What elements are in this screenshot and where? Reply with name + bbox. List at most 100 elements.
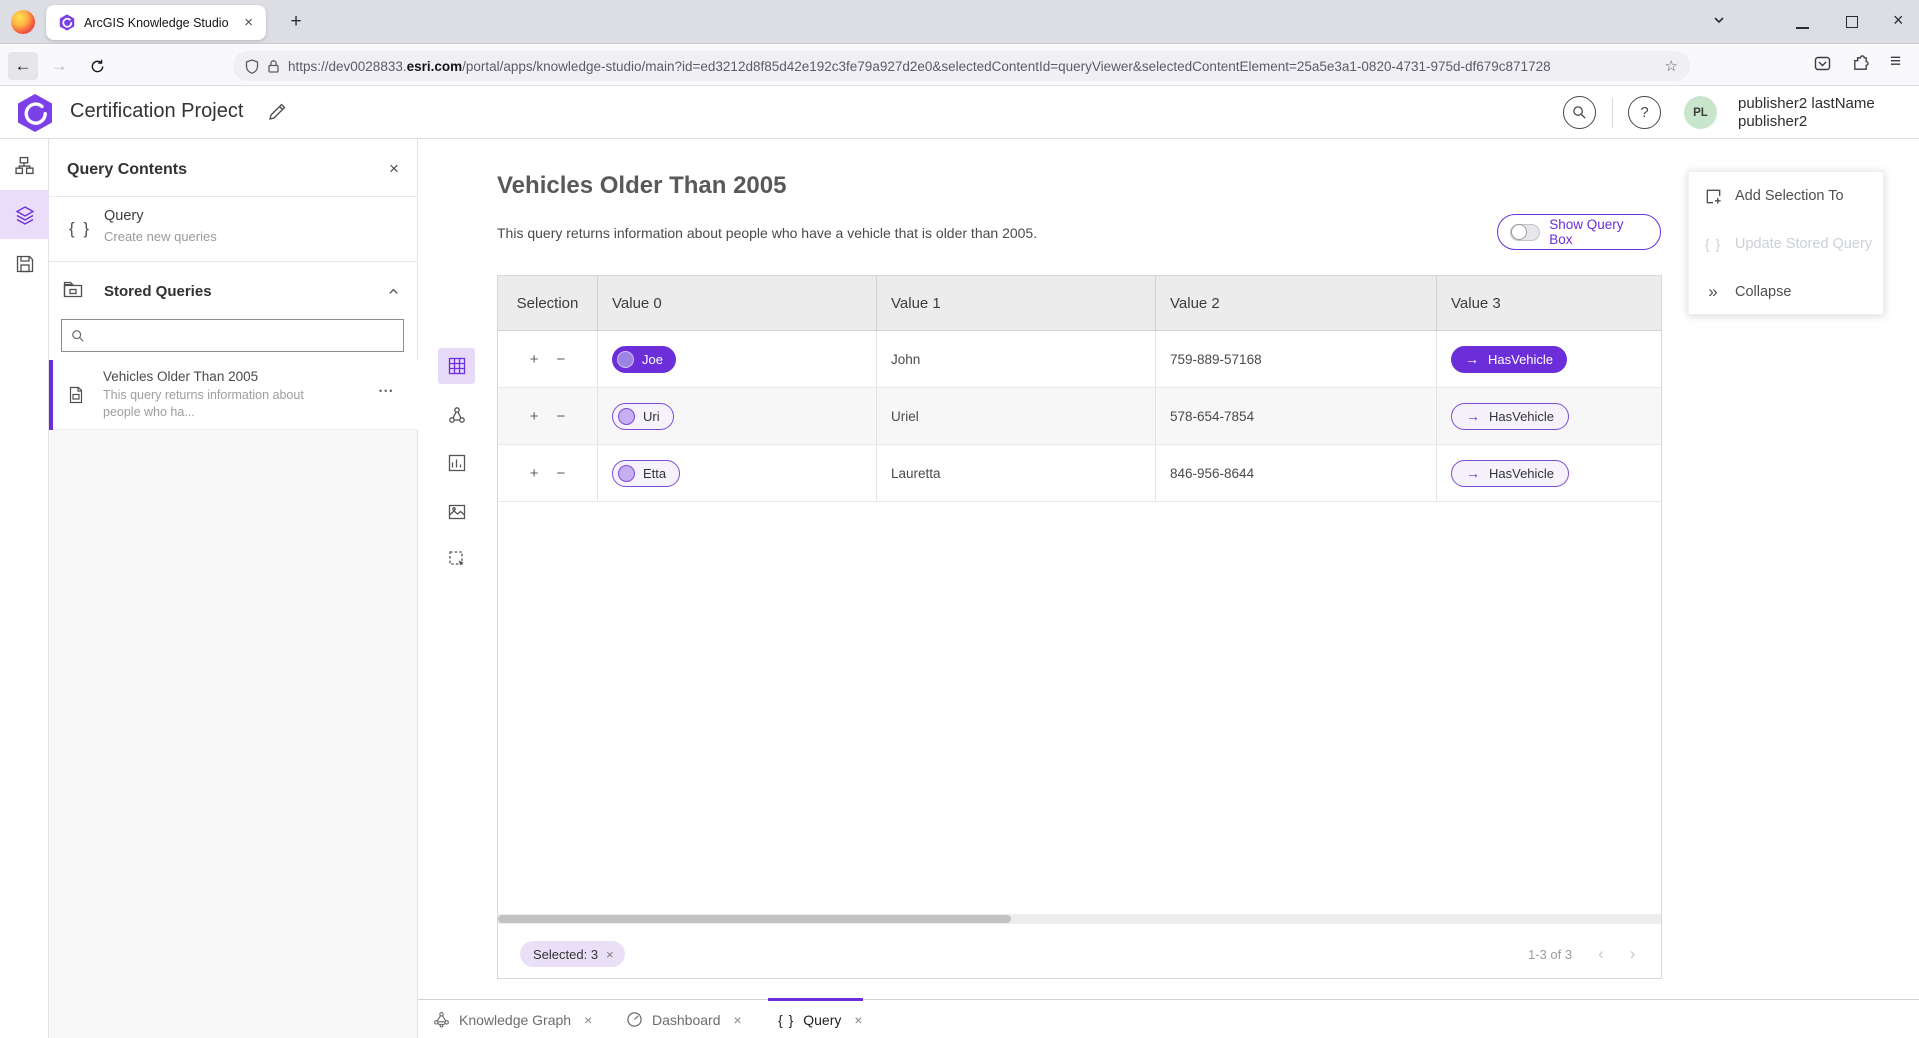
divider	[49, 196, 418, 197]
browser-window: ArcGIS Knowledge Studio × + × ← → https:…	[0, 0, 1919, 1038]
column-header[interactable]: Value 1	[877, 276, 1156, 330]
menu-item-label: Collapse	[1735, 284, 1791, 300]
back-button[interactable]: ←	[8, 52, 38, 80]
prev-page-icon[interactable]: ‹	[1598, 944, 1604, 964]
remove-selection-minus[interactable]: −	[557, 351, 566, 368]
add-selection-plus[interactable]: +	[530, 351, 539, 368]
table-row[interactable]: + − Joe John 759-889-57168 →HasVehicle	[498, 331, 1661, 388]
clear-selection-icon[interactable]: ×	[606, 947, 614, 962]
table-row[interactable]: + − Uri Uriel 578-654-7854 →HasVehicle	[498, 388, 1661, 445]
item-options-kebab-icon[interactable]: •••	[379, 386, 394, 396]
add-selection-plus[interactable]: +	[530, 465, 539, 482]
panel-close-icon[interactable]: ×	[389, 159, 399, 179]
window-minimize-button[interactable]	[1796, 27, 1809, 29]
column-header[interactable]: Value 3	[1437, 276, 1661, 330]
pocket-icon[interactable]	[1814, 55, 1831, 72]
menu-item-label: Add Selection To	[1735, 188, 1844, 204]
chart-view-button[interactable]	[438, 445, 475, 481]
window-maximize-button[interactable]	[1846, 16, 1858, 28]
stored-query-item[interactable]: Vehicles Older Than 2005 This query retu…	[49, 360, 418, 430]
menu-item-collapse[interactable]: » Collapse	[1689, 268, 1885, 316]
app-header: Certification Project ? PL publisher2 la…	[0, 86, 1919, 139]
remove-selection-minus[interactable]: −	[557, 465, 566, 482]
help-button[interactable]: ?	[1628, 96, 1661, 129]
tab-dashboard[interactable]: Dashboard ×	[626, 1000, 742, 1038]
search-button[interactable]	[1563, 96, 1596, 129]
column-header[interactable]: Selection	[498, 276, 598, 330]
list-tabs-icon[interactable]	[1712, 13, 1726, 27]
tab-label: Query	[803, 1012, 841, 1028]
selected-count-chip[interactable]: Selected: 3 ×	[520, 941, 625, 967]
url-text: https://dev0028833.esri.com/portal/apps/…	[288, 59, 1657, 74]
braces-icon: { }	[69, 219, 91, 239]
firefox-icon[interactable]	[11, 10, 35, 34]
column-header[interactable]: Value 0	[598, 276, 877, 330]
relationship-pill[interactable]: →HasVehicle	[1451, 346, 1567, 373]
close-tab-icon[interactable]: ×	[584, 1012, 592, 1028]
menu-item-update-stored-query[interactable]: { } Update Stored Query	[1689, 220, 1885, 268]
table-view-button[interactable]	[438, 348, 475, 384]
contents-layers-icon[interactable]	[0, 190, 49, 239]
entity-cell: Joe	[598, 331, 877, 387]
avatar[interactable]: PL	[1684, 96, 1717, 129]
column-header[interactable]: Value 2	[1156, 276, 1437, 330]
edit-project-pencil-icon[interactable]	[268, 103, 286, 121]
knowledge-studio-logo[interactable]	[17, 93, 53, 133]
left-icon-rail: »	[0, 139, 49, 1038]
collapse-section-chevron-icon[interactable]	[387, 285, 400, 298]
search-input[interactable]	[93, 328, 394, 343]
arrow-right-icon: →	[1466, 408, 1480, 424]
bookmark-star-icon[interactable]: ☆	[1665, 57, 1678, 75]
table-row[interactable]: + − Etta Lauretta 846-956-8644 →HasVehic…	[498, 445, 1661, 502]
link-chart-view-button[interactable]	[438, 397, 475, 433]
new-tab-button[interactable]: +	[282, 8, 310, 36]
remove-selection-minus[interactable]: −	[557, 408, 566, 425]
relationship-cell: →HasVehicle	[1437, 331, 1661, 387]
entity-pill[interactable]: Etta	[612, 460, 680, 487]
add-selection-icon	[1703, 187, 1723, 206]
tab-query[interactable]: { } Query ×	[778, 1000, 863, 1038]
query-item-subtitle: Create new queries	[104, 229, 217, 244]
close-tab-icon[interactable]: ×	[854, 1012, 862, 1028]
permissions-shield-icon[interactable]	[245, 59, 259, 74]
selection-tool-button[interactable]	[438, 541, 475, 577]
lock-icon[interactable]	[267, 59, 280, 74]
pagination: 1-3 of 3 ‹ ›	[1528, 941, 1635, 967]
selected-count-label: Selected: 3	[533, 947, 598, 962]
entity-pill[interactable]: Uri	[612, 403, 674, 430]
query-item-title: Query	[104, 208, 144, 224]
stored-queries-search[interactable]	[61, 319, 404, 352]
browser-tab[interactable]: ArcGIS Knowledge Studio ×	[46, 5, 266, 40]
next-page-icon[interactable]: ›	[1630, 944, 1636, 964]
add-selection-plus[interactable]: +	[530, 408, 539, 425]
tab-label: Dashboard	[652, 1012, 721, 1028]
reload-button[interactable]	[82, 52, 112, 80]
relationship-cell: →HasVehicle	[1437, 445, 1661, 501]
braces-icon: { }	[778, 1012, 794, 1028]
tab-knowledge-graph[interactable]: Knowledge Graph ×	[433, 1000, 592, 1038]
value-cell: 759-889-57168	[1156, 331, 1437, 387]
horizontal-scrollbar[interactable]	[498, 914, 1661, 924]
menu-item-add-selection-to[interactable]: Add Selection To	[1689, 172, 1885, 220]
extensions-puzzle-icon[interactable]	[1852, 55, 1869, 72]
toggle-knob	[1511, 224, 1527, 240]
save-icon[interactable]	[0, 239, 49, 288]
arrow-right-icon: →	[1465, 351, 1479, 367]
user-menu[interactable]: publisher2 lastName publisher2	[1738, 95, 1875, 130]
forward-button[interactable]: →	[44, 52, 74, 80]
menu-item-label: Update Stored Query	[1735, 236, 1872, 252]
relationship-pill[interactable]: →HasVehicle	[1451, 460, 1569, 487]
tab-close-icon[interactable]: ×	[241, 14, 256, 31]
scrollbar-thumb[interactable]	[498, 915, 1011, 923]
window-close-button[interactable]: ×	[1893, 10, 1904, 31]
show-query-box-toggle[interactable]: Show Query Box	[1497, 214, 1661, 250]
toggle-switch[interactable]	[1510, 224, 1540, 241]
relationship-pill[interactable]: →HasVehicle	[1451, 403, 1569, 430]
double-chevron-right-icon: »	[1703, 282, 1723, 302]
url-bar[interactable]: https://dev0028833.esri.com/portal/apps/…	[233, 51, 1690, 81]
close-tab-icon[interactable]: ×	[734, 1012, 742, 1028]
hamburger-menu-icon[interactable]: ≡	[1890, 51, 1901, 73]
map-view-button[interactable]	[438, 494, 475, 530]
data-model-tree-icon[interactable]	[0, 141, 49, 190]
entity-pill[interactable]: Joe	[612, 346, 676, 373]
